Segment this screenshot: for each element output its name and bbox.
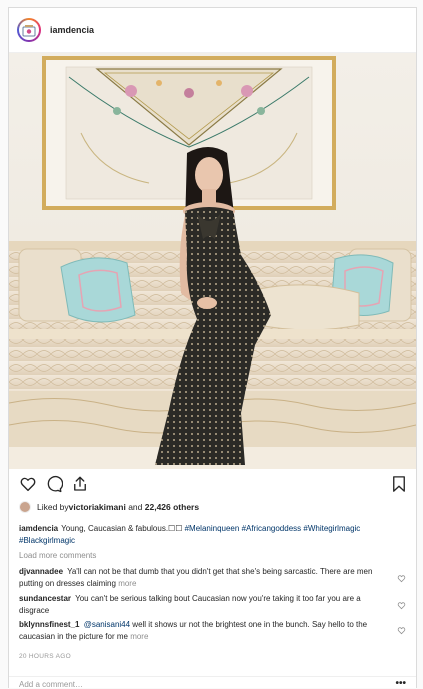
post-username[interactable]: iamdencia bbox=[50, 25, 94, 35]
share-icon[interactable] bbox=[71, 475, 89, 493]
post-actions-bar bbox=[9, 473, 416, 499]
profile-avatar[interactable] bbox=[17, 18, 41, 42]
comment-like-heart-icon[interactable] bbox=[397, 601, 406, 610]
post-photo[interactable] bbox=[9, 53, 416, 469]
hashtag-link[interactable]: #Whitegirlmagic bbox=[303, 524, 360, 533]
likes-count[interactable]: 22,426 others bbox=[145, 502, 199, 512]
hashtag-link[interactable]: #Blackgirlmagic bbox=[19, 536, 75, 545]
post-photo-image bbox=[9, 53, 416, 469]
comment-more-link[interactable]: more bbox=[118, 579, 136, 588]
comment-item: bklynnsfinest_1 @sanisani44 well it show… bbox=[19, 619, 388, 643]
comment-username[interactable]: sundancestar bbox=[19, 594, 71, 603]
hashtag-link[interactable]: #Melaninqueen bbox=[185, 524, 240, 533]
comment-username[interactable]: djvannadee bbox=[19, 567, 63, 576]
add-comment-bar: ••• bbox=[9, 676, 416, 689]
comment-icon[interactable] bbox=[45, 475, 63, 493]
likes-prefix: Liked by bbox=[37, 502, 69, 512]
bookmark-icon[interactable] bbox=[390, 475, 408, 493]
liker-username[interactable]: victoriakimani bbox=[69, 502, 126, 512]
hashtag-link[interactable]: #Africangoddess bbox=[242, 524, 302, 533]
comment-like-heart-icon[interactable] bbox=[397, 574, 406, 583]
caption-text: Young, Caucasian & fabulous.☐☐ bbox=[61, 524, 185, 533]
post-header: iamdencia bbox=[9, 8, 416, 53]
likes-middle: and bbox=[125, 502, 145, 512]
post-timestamp[interactable]: 20 HOURS AGO bbox=[19, 653, 71, 660]
comment-text: Ya'll can not be that dumb that you didn… bbox=[19, 567, 373, 588]
heart-icon[interactable] bbox=[19, 475, 37, 493]
profile-avatar-icon bbox=[19, 20, 39, 40]
comment-more-link[interactable]: more bbox=[130, 632, 148, 641]
load-more-comments-link[interactable]: Load more comments bbox=[19, 551, 96, 560]
comment-item: sundancestar You can't be serious talkin… bbox=[19, 593, 388, 617]
liker-avatar[interactable] bbox=[19, 501, 31, 513]
comment-like-heart-icon[interactable] bbox=[397, 626, 406, 635]
add-comment-input[interactable] bbox=[19, 677, 396, 689]
caption-username[interactable]: iamdencia bbox=[19, 524, 58, 533]
post-caption: iamdencia Young, Caucasian & fabulous.☐☐ … bbox=[19, 523, 402, 547]
instagram-post: iamdencia Liked by victoriakimani and 22… bbox=[8, 7, 417, 689]
likes-summary: Liked by victoriakimani and 22,426 other… bbox=[19, 500, 406, 514]
comment-mention-link[interactable]: @sanisani44 bbox=[84, 620, 130, 629]
comment-username[interactable]: bklynnsfinest_1 bbox=[19, 620, 79, 629]
comment-item: djvannadee Ya'll can not be that dumb th… bbox=[19, 566, 388, 590]
